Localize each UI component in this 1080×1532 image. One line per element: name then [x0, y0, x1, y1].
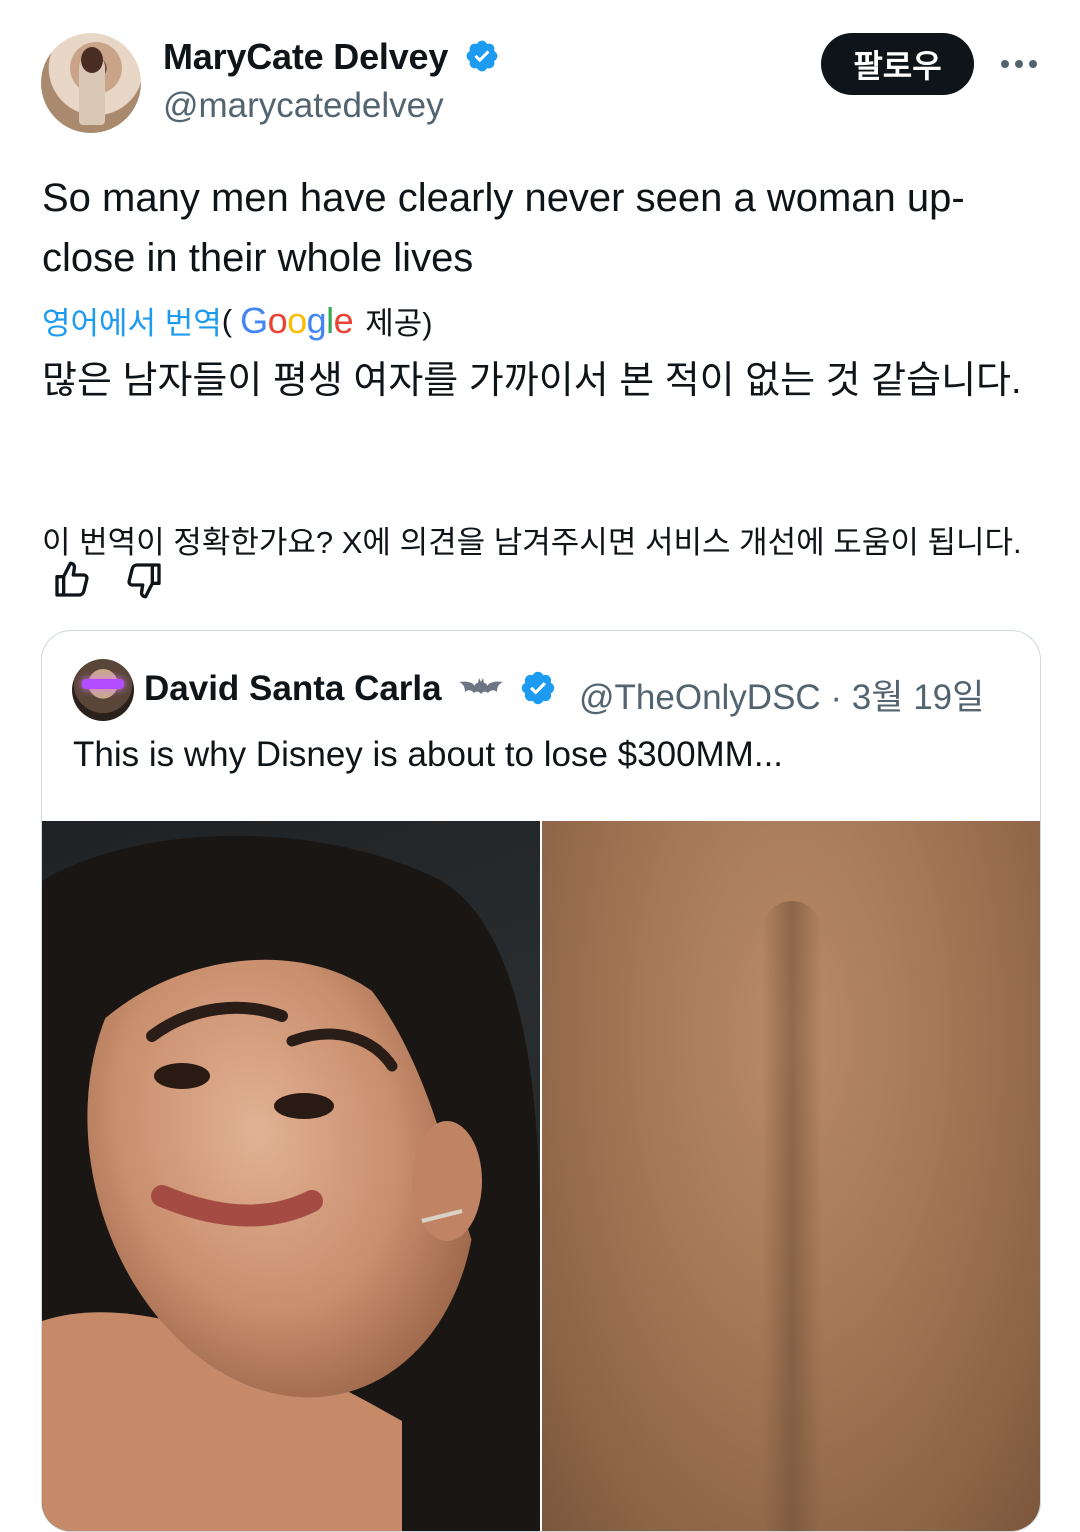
- quoted-verified-badge-icon: [521, 671, 555, 705]
- translation-attribution: 영어에서 번역 ( Google 제공): [42, 298, 433, 343]
- translated-from-link[interactable]: 영어에서 번역: [42, 298, 222, 343]
- more-dots-icon: [1001, 60, 1037, 68]
- follow-button[interactable]: 팔로우: [821, 33, 974, 95]
- thumbs-up-button[interactable]: [52, 560, 92, 605]
- quoted-media-back[interactable]: [542, 821, 1040, 1531]
- verified-badge-icon: [466, 40, 498, 72]
- google-logo: Google: [240, 299, 354, 341]
- translation-feedback-prompt: 이 번역이 정확한가요? X에 의견을 남겨주시면 서비스 개선에 도움이 됩니…: [42, 525, 1022, 560]
- author-name-row[interactable]: MaryCate Delvey: [163, 36, 500, 78]
- quoted-tweet-card[interactable]: David Santa Carla @TheOnlyDSC · 3월 19일 T…: [41, 630, 1041, 1532]
- provider-suffix: 제공): [365, 306, 433, 341]
- quoted-author-display-name[interactable]: David Santa Carla: [144, 669, 442, 708]
- thumbs-up-icon: [55, 561, 89, 597]
- quoted-tweet-text: This is why Disney is about to lose $300…: [73, 735, 784, 774]
- avatar-hair: [81, 47, 103, 73]
- portrait-photo: [42, 835, 540, 1531]
- quoted-media-portrait[interactable]: [42, 821, 540, 1531]
- provider-open-paren: (: [221, 302, 233, 338]
- quoted-handle-and-date[interactable]: @TheOnlyDSC · 3월 19일: [579, 669, 984, 720]
- translated-text: 많은 남자들이 평생 여자를 가까이서 본 적이 없는 것 같습니다.: [42, 360, 1022, 402]
- quoted-author-avatar[interactable]: [72, 659, 134, 721]
- author-display-name[interactable]: MaryCate Delvey: [163, 36, 448, 77]
- author-avatar[interactable]: [41, 33, 141, 133]
- quoted-author-name-row[interactable]: David Santa Carla: [144, 669, 557, 709]
- thumbs-down-icon: [127, 563, 161, 599]
- tweet-text: So many men have clearly never seen a wo…: [42, 176, 965, 280]
- more-button[interactable]: [996, 44, 1042, 84]
- thumbs-down-button[interactable]: [124, 560, 164, 605]
- bat-icon: [459, 678, 504, 694]
- avatar-visor: [82, 679, 124, 689]
- author-handle[interactable]: @marycatedelvey: [163, 86, 444, 126]
- back-skin-photo: [762, 901, 822, 1531]
